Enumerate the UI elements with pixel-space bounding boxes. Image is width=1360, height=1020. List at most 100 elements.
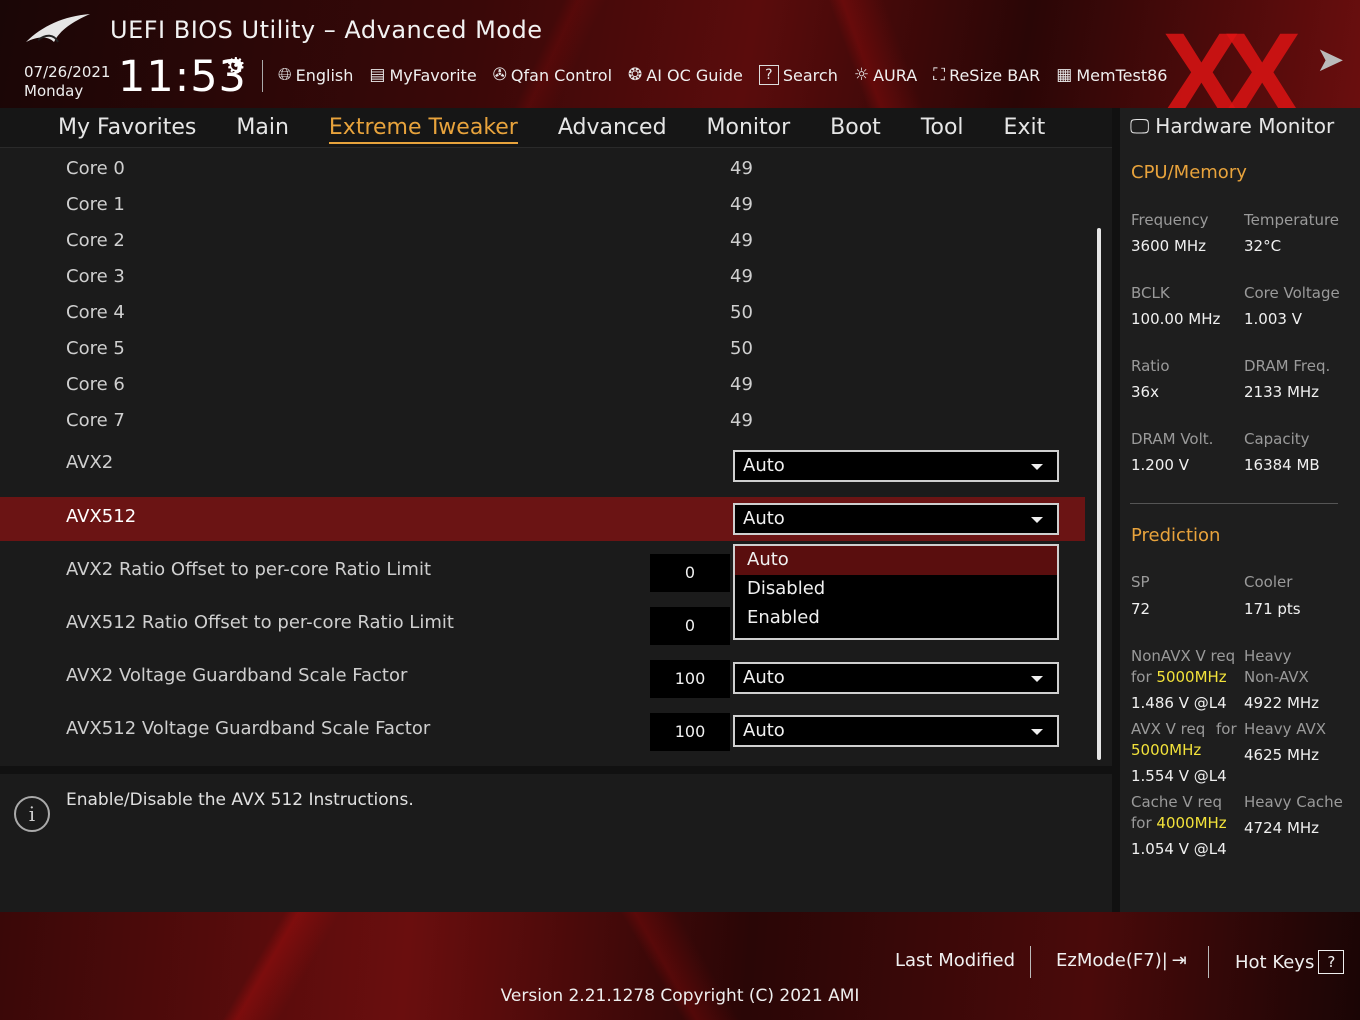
avx2-row[interactable]: AVX2 Auto <box>0 446 1085 486</box>
language-label: English <box>295 65 354 85</box>
avx512-dropdown[interactable]: Auto <box>733 503 1059 535</box>
tab-tool[interactable]: Tool <box>921 115 964 140</box>
avx2-guardband-dropdown[interactable]: Auto <box>733 662 1059 694</box>
hot-keys-button[interactable]: Hot Keys ? <box>1235 950 1345 974</box>
option-auto[interactable]: Auto <box>735 546 1057 575</box>
heavy-nonavx-label-1: Heavy <box>1244 647 1292 665</box>
tab-main[interactable]: Main <box>236 115 289 140</box>
core-label: Core 4 <box>66 302 125 323</box>
help-panel: i Enable/Disable the AVX 512 Instruction… <box>0 774 1112 912</box>
nonavx-for-line: for 5000MHz <box>1131 668 1227 686</box>
avx512-guardband-value: Auto <box>743 720 785 741</box>
core-value: 49 <box>730 410 753 431</box>
ezmode-label: EzMode(F7)| <box>1056 950 1168 971</box>
ratio-value: 36x <box>1131 383 1159 401</box>
tab-exit[interactable]: Exit <box>1004 115 1046 140</box>
tab-my-favorites[interactable]: My Favorites <box>58 115 196 140</box>
dram-volt-value: 1.200 V <box>1131 456 1189 474</box>
avx512-guardband-label: AVX512 Voltage Guardband Scale Factor <box>66 718 431 739</box>
core-label: Core 3 <box>66 266 125 287</box>
dram-freq-value: 2133 MHz <box>1244 383 1320 401</box>
tab-advanced[interactable]: Advanced <box>558 115 667 140</box>
myfavorite-button[interactable]: ▤ MyFavorite <box>369 65 476 85</box>
footer-divider <box>1208 946 1209 978</box>
nonavx-target-freq: 5000MHz <box>1156 668 1227 686</box>
capacity-value: 16384 MB <box>1244 456 1320 474</box>
core-ratio-row[interactable]: Core 0 49 <box>0 158 1085 194</box>
core-ratio-row[interactable]: Core 7 49 <box>0 410 1085 446</box>
header-bar: UEFI BIOS Utility – Advanced Mode 07/26/… <box>0 0 1360 134</box>
aura-icon: ☼ <box>853 65 870 85</box>
app-title: UEFI BIOS Utility – Advanced Mode <box>110 16 543 44</box>
core-ratio-row[interactable]: Core 3 49 <box>0 266 1085 302</box>
prediction-section-title: Prediction <box>1131 525 1221 546</box>
avx512-guardband-row[interactable]: AVX512 Voltage Guardband Scale Factor 10… <box>0 712 1085 752</box>
avx512-offset-label: AVX512 Ratio Offset to per-core Ratio Li… <box>66 612 454 633</box>
memtest-button[interactable]: ▦ MemTest86 <box>1056 65 1167 85</box>
temperature-value: 32°C <box>1244 237 1282 255</box>
avx-vreq-label: AVX V req <box>1131 720 1206 738</box>
option-enabled[interactable]: Enabled <box>735 604 1057 633</box>
main-nav: My Favorites Main Extreme Tweaker Advanc… <box>0 108 1112 148</box>
tab-extreme-tweaker[interactable]: Extreme Tweaker <box>328 115 518 144</box>
ratio-label: Ratio <box>1131 357 1170 375</box>
resize-bar-button[interactable]: ⛶ ReSize BAR <box>933 65 1040 85</box>
cpu-memory-section-title: CPU/Memory <box>1131 162 1247 183</box>
core-ratio-row[interactable]: Core 6 49 <box>0 374 1085 410</box>
core-ratio-row[interactable]: Core 4 50 <box>0 302 1085 338</box>
option-disabled[interactable]: Disabled <box>735 575 1057 604</box>
capacity-label: Capacity <box>1244 430 1310 448</box>
info-icon: i <box>14 796 50 832</box>
aura-label: AURA <box>873 65 918 85</box>
avx512-guardband-input[interactable]: 100 <box>650 713 730 751</box>
resize-bar-icon: ⛶ <box>933 65 946 85</box>
core-ratio-row[interactable]: Core 2 49 <box>0 230 1085 266</box>
tab-monitor[interactable]: Monitor <box>707 115 791 140</box>
avx2-guardband-row[interactable]: AVX2 Voltage Guardband Scale Factor 100 … <box>0 659 1085 699</box>
core-value: 49 <box>730 374 753 395</box>
heavy-nonavx-value: 4922 MHz <box>1244 694 1320 712</box>
settings-scrollbar[interactable] <box>1097 228 1101 760</box>
ezmode-button[interactable]: EzMode(F7)| ⇥ <box>1056 950 1187 971</box>
core-value: 50 <box>730 302 753 323</box>
dropdown-arrow-icon <box>1031 517 1043 523</box>
pointer-arrow-icon: ➤ <box>1316 40 1345 80</box>
exit-arrow-icon: ⇥ <box>1171 950 1187 971</box>
avx512-guardband-dropdown[interactable]: Auto <box>733 715 1059 747</box>
avx-for-label: for <box>1216 720 1237 738</box>
dropdown-arrow-icon <box>1031 729 1043 735</box>
sp-label: SP <box>1131 573 1150 591</box>
aura-button[interactable]: ☼ AURA <box>854 65 917 85</box>
dropdown-arrow-icon <box>1031 676 1043 682</box>
avx512-offset-input[interactable]: 0 <box>650 607 730 645</box>
ai-oc-guide-button[interactable]: ❂ AI OC Guide <box>628 65 743 85</box>
avx2-guardband-input[interactable]: 100 <box>650 660 730 698</box>
language-button[interactable]: 🌐︎ English <box>278 65 353 85</box>
hardware-monitor-title: 🖵︎ Hardware Monitor <box>1130 114 1334 138</box>
core-value: 50 <box>730 338 753 359</box>
resize-bar-label: ReSize BAR <box>949 65 1041 85</box>
last-modified-button[interactable]: Last Modified <box>895 950 1015 971</box>
hot-keys-label: Hot Keys <box>1235 951 1315 973</box>
avx512-row[interactable]: AVX512 Auto <box>0 497 1085 541</box>
heavy-cache-value: 4724 MHz <box>1244 819 1320 837</box>
core-voltage-label: Core Voltage <box>1244 284 1340 302</box>
core-ratio-row[interactable]: Core 1 49 <box>0 194 1085 230</box>
avx2-dropdown[interactable]: Auto <box>733 450 1059 482</box>
memtest-icon: ▦ <box>1056 65 1073 85</box>
frequency-value: 3600 MHz <box>1131 237 1207 255</box>
core-ratio-row[interactable]: Core 5 50 <box>0 338 1085 374</box>
bclk-label: BCLK <box>1131 284 1170 302</box>
hardware-monitor-label: Hardware Monitor <box>1155 114 1335 138</box>
avx2-offset-input[interactable]: 0 <box>650 554 730 592</box>
clock-settings-gear-icon[interactable]: ⚙ <box>226 54 246 79</box>
avx2-offset-label: AVX2 Ratio Offset to per-core Ratio Limi… <box>66 559 432 580</box>
qfan-control-button[interactable]: ✇ Qfan Control <box>493 65 612 85</box>
search-icon: ? <box>758 65 779 85</box>
dram-freq-label: DRAM Freq. <box>1244 357 1331 375</box>
dram-volt-label: DRAM Volt. <box>1131 430 1214 448</box>
footer-bar: Last Modified EzMode(F7)| ⇥ Hot Keys ? V… <box>0 912 1360 1020</box>
temperature-label: Temperature <box>1244 211 1340 229</box>
search-button[interactable]: ? Search <box>758 65 838 85</box>
tab-boot[interactable]: Boot <box>830 115 881 140</box>
